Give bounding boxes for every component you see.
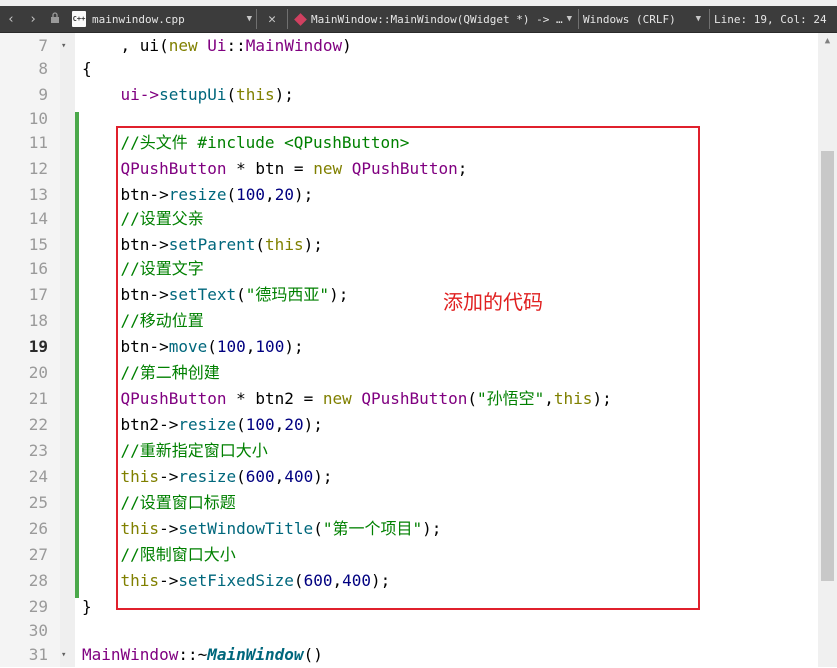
line-number: 13 bbox=[28, 185, 48, 204]
code-text[interactable]: ui->setupUi(this); bbox=[82, 82, 294, 108]
file-name: mainwindow.cpp bbox=[92, 12, 185, 26]
code-token: } bbox=[82, 597, 92, 616]
cursor-position[interactable]: Line: 19, Col: 24 bbox=[714, 13, 827, 26]
scrollbar-thumb[interactable] bbox=[821, 151, 834, 581]
code-token: this bbox=[236, 85, 275, 104]
code-line[interactable]: 9 ui->setupUi(this); bbox=[0, 82, 818, 108]
line-number: 20 bbox=[28, 363, 48, 382]
line-number: 26 bbox=[28, 519, 48, 538]
line-number: 22 bbox=[28, 415, 48, 434]
highlight-box bbox=[116, 126, 700, 610]
code-token: ) bbox=[342, 36, 352, 55]
line-number: 30 bbox=[28, 621, 48, 640]
fold-toggle-icon[interactable]: ▾ bbox=[61, 642, 66, 668]
line-number: 21 bbox=[28, 389, 48, 408]
line-number: 18 bbox=[28, 311, 48, 330]
chevron-down-icon[interactable]: ▼ bbox=[567, 14, 572, 24]
line-number: 12 bbox=[28, 159, 48, 178]
code-token: ui-> bbox=[82, 85, 160, 104]
forward-icon[interactable]: › bbox=[22, 12, 44, 27]
code-text[interactable]: { bbox=[82, 56, 92, 82]
back-icon[interactable]: ‹ bbox=[0, 12, 22, 27]
code-token: new bbox=[168, 36, 198, 55]
code-line[interactable]: 8{ bbox=[0, 56, 818, 82]
lock-icon bbox=[44, 11, 66, 27]
code-text[interactable]: } bbox=[82, 594, 92, 620]
divider bbox=[256, 9, 257, 29]
symbol-selector[interactable]: MainWindow::MainWindow(QWidget *) -> … ▼ bbox=[292, 13, 574, 26]
line-number: 25 bbox=[28, 493, 48, 512]
code-token: ::~ bbox=[178, 645, 208, 664]
code-token: MainWindow bbox=[82, 645, 179, 664]
file-selector[interactable]: C++ mainwindow.cpp ▼ bbox=[72, 11, 252, 27]
line-number: 31 bbox=[28, 645, 48, 664]
symbol-label: MainWindow::MainWindow(QWidget *) -> … bbox=[311, 12, 563, 26]
line-number: 28 bbox=[28, 571, 48, 590]
line-endings-label: Windows (CRLF) bbox=[583, 12, 676, 26]
scroll-up-icon[interactable]: ▲ bbox=[818, 33, 837, 49]
code-token: MainWindow bbox=[245, 36, 343, 55]
cpp-file-icon: C++ bbox=[72, 11, 86, 27]
close-icon[interactable]: ✕ bbox=[261, 12, 283, 27]
divider bbox=[709, 9, 710, 29]
line-number: 29 bbox=[28, 597, 48, 616]
function-symbol-icon bbox=[294, 12, 307, 26]
code-token: :: bbox=[226, 36, 246, 55]
line-endings-selector[interactable]: Windows (CRLF) ▼ bbox=[583, 13, 705, 26]
chevron-down-icon[interactable]: ▼ bbox=[247, 14, 252, 24]
code-line[interactable]: 31 ▾ MainWindow::~MainWindow() bbox=[0, 642, 818, 668]
code-token: MainWindow bbox=[207, 645, 304, 664]
line-number: 9 bbox=[38, 85, 48, 104]
line-number: 15 bbox=[28, 235, 48, 254]
chevron-down-icon[interactable]: ▼ bbox=[696, 14, 701, 24]
line-number: 10 bbox=[28, 109, 48, 128]
editor-toolbar: ‹ › C++ mainwindow.cpp ▼ ✕ MainWindow::M… bbox=[0, 6, 837, 33]
vertical-scrollbar[interactable]: ▲ bbox=[818, 33, 837, 667]
line-number: 8 bbox=[38, 59, 48, 78]
line-number: 16 bbox=[28, 259, 48, 278]
code-token: , ui( bbox=[82, 36, 169, 55]
line-number: 14 bbox=[28, 209, 48, 228]
line-number: 23 bbox=[28, 441, 48, 460]
code-text[interactable]: MainWindow::~MainWindow() bbox=[82, 642, 323, 668]
annotation-label: 添加的代码 bbox=[443, 290, 543, 314]
line-number: 11 bbox=[28, 133, 48, 152]
divider bbox=[287, 9, 288, 29]
line-number: 19 bbox=[28, 337, 48, 356]
line-number: 27 bbox=[28, 545, 48, 564]
line-number: 17 bbox=[28, 285, 48, 304]
code-token: () bbox=[303, 645, 323, 664]
code-token: Ui bbox=[207, 36, 227, 55]
code-token: setupUi bbox=[159, 85, 227, 104]
code-token: ); bbox=[274, 85, 294, 104]
code-token: { bbox=[82, 59, 92, 78]
line-number: 24 bbox=[28, 467, 48, 486]
divider bbox=[578, 9, 579, 29]
code-line[interactable]: 30 bbox=[0, 618, 818, 644]
code-token: ( bbox=[226, 85, 237, 104]
